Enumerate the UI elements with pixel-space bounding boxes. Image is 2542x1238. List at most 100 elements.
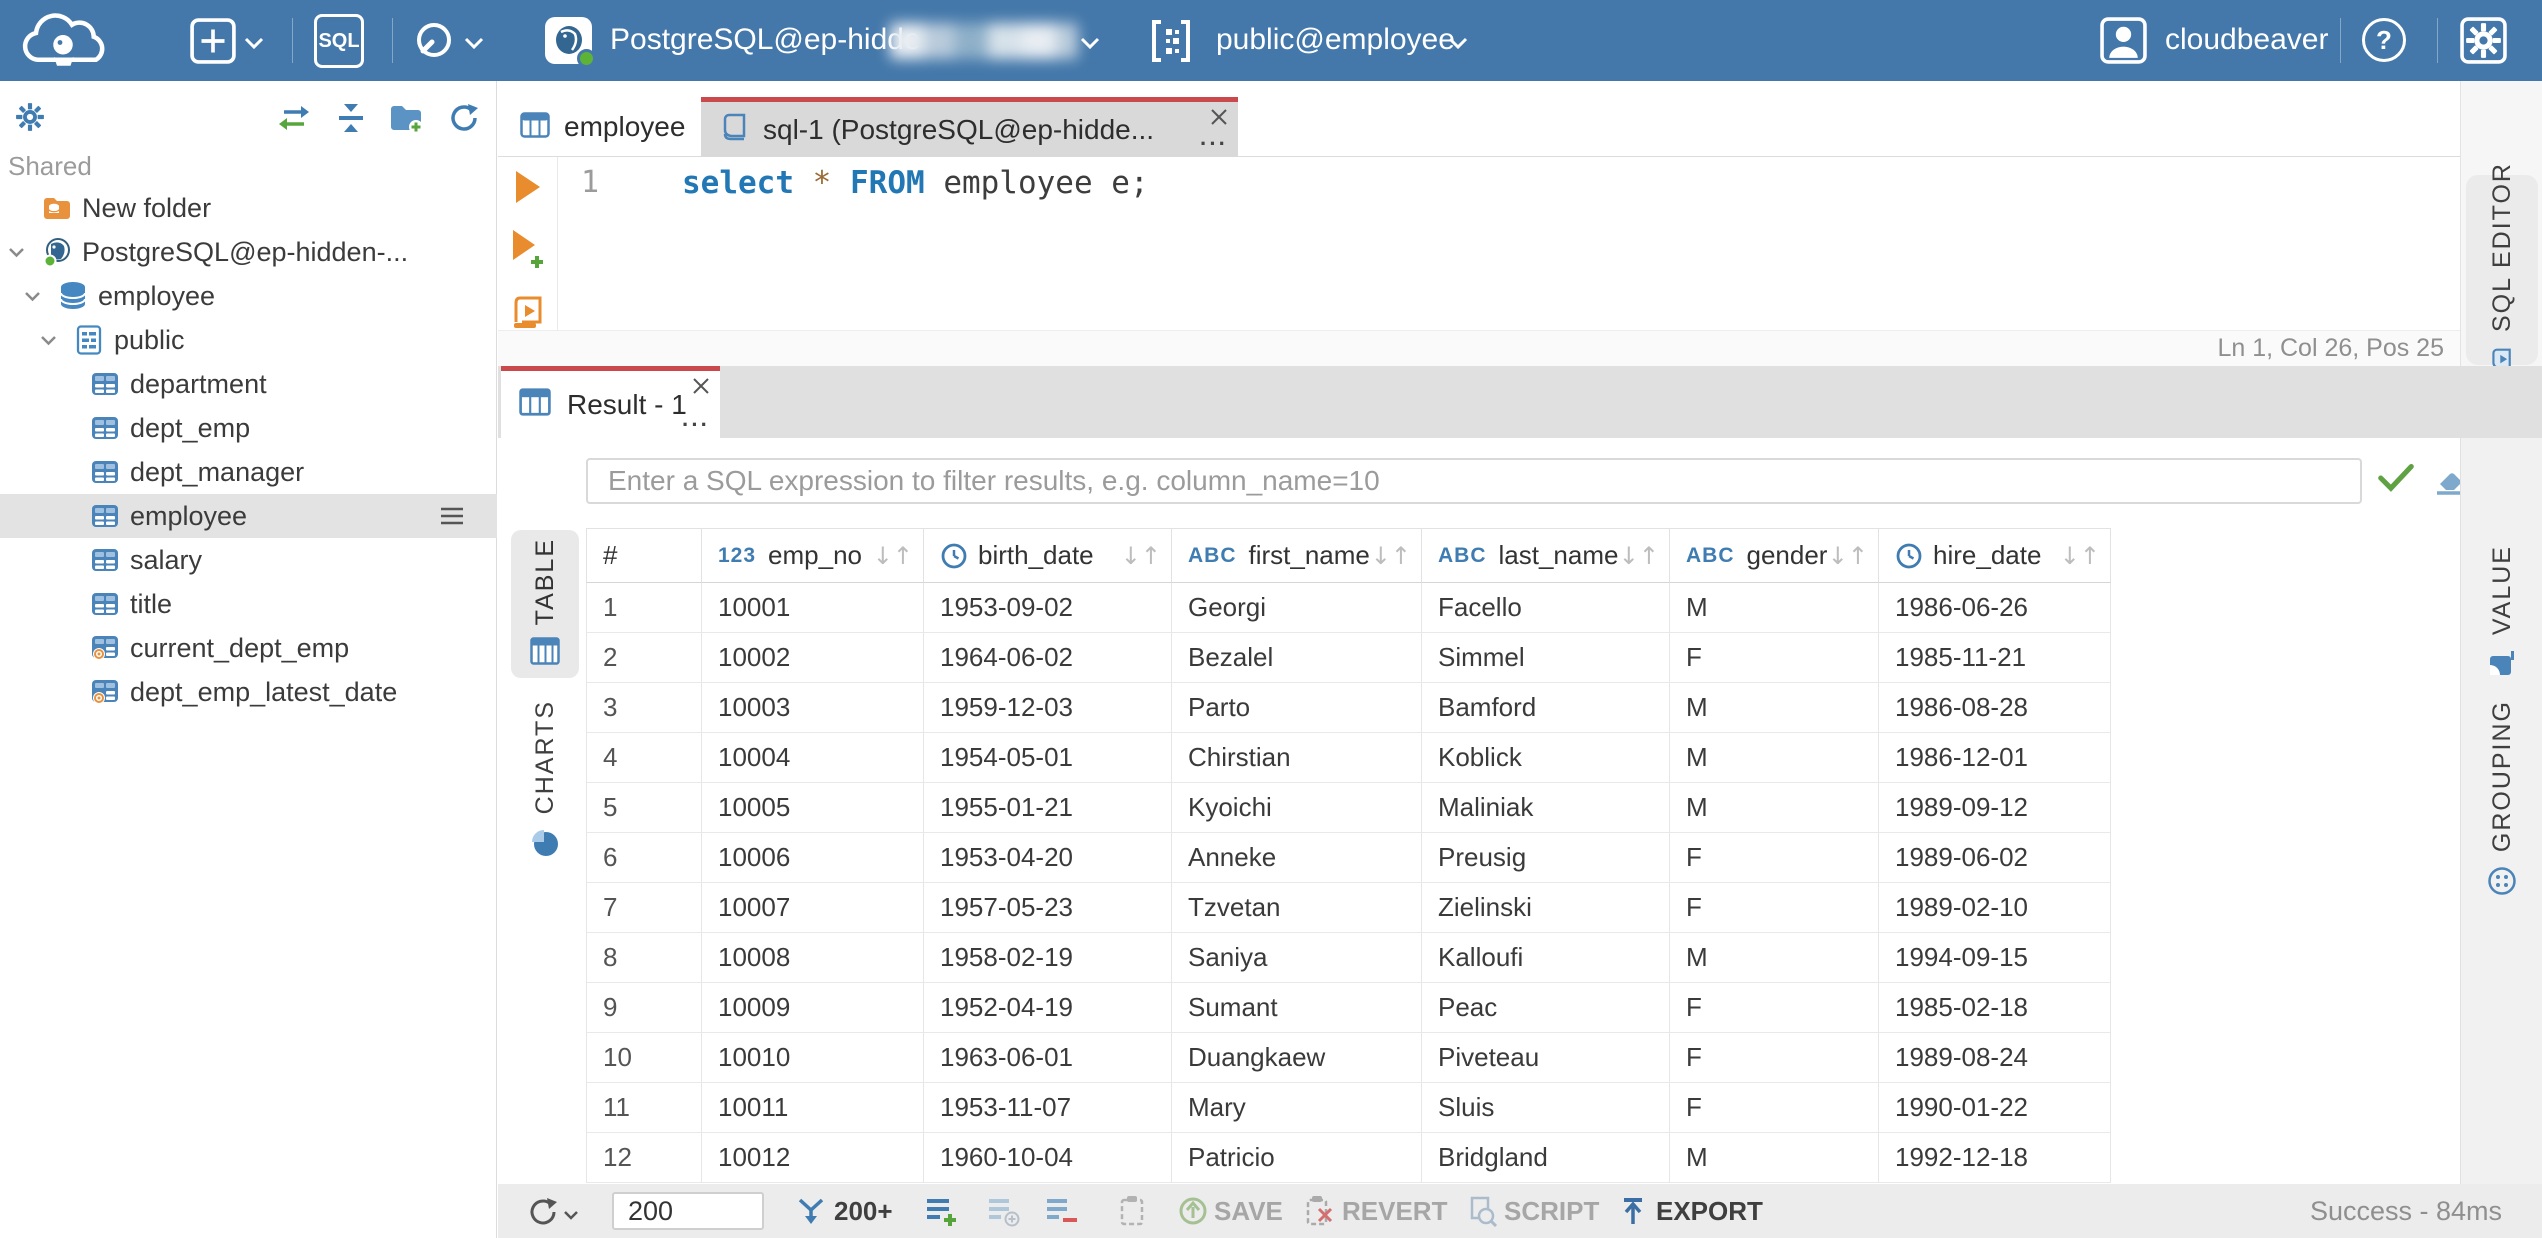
- connection-name[interactable]: PostgreSQL@ep-hidde: [610, 23, 921, 57]
- data-cell[interactable]: M: [1670, 583, 1879, 633]
- data-cell[interactable]: M: [1670, 933, 1879, 983]
- row-number-cell[interactable]: 3: [586, 683, 702, 733]
- new-connection-chevron-icon[interactable]: [244, 36, 264, 54]
- data-cell[interactable]: 1989-06-02: [1879, 833, 2111, 883]
- data-cell[interactable]: M: [1670, 733, 1879, 783]
- data-cell[interactable]: 1955-01-21: [924, 783, 1172, 833]
- result-tab-menu-icon[interactable]: [682, 414, 710, 436]
- data-cell[interactable]: 1959-12-03: [924, 683, 1172, 733]
- username-label[interactable]: cloudbeaver: [2165, 23, 2328, 57]
- data-cell[interactable]: 1954-05-01: [924, 733, 1172, 783]
- tree-item-current-dept-emp[interactable]: current_dept_emp: [0, 626, 497, 670]
- data-cell[interactable]: Preusig: [1422, 833, 1670, 883]
- data-cell[interactable]: Kalloufi: [1422, 933, 1670, 983]
- refresh-tree-icon[interactable]: [448, 102, 480, 139]
- add-row-icon[interactable]: [925, 1197, 959, 1232]
- tree-item-department[interactable]: department: [0, 362, 497, 406]
- close-tab-icon[interactable]: [1210, 108, 1228, 131]
- data-cell[interactable]: F: [1670, 883, 1879, 933]
- data-cell[interactable]: 1989-08-24: [1879, 1033, 2111, 1083]
- fetch-more-label[interactable]: 200+: [834, 1184, 893, 1238]
- data-cell[interactable]: 1986-12-01: [1879, 733, 2111, 783]
- data-cell[interactable]: Bamford: [1422, 683, 1670, 733]
- data-cell[interactable]: Piveteau: [1422, 1033, 1670, 1083]
- row-number-cell[interactable]: 11: [586, 1083, 702, 1133]
- data-cell[interactable]: 10001: [702, 583, 924, 633]
- paste-value-icon[interactable]: [1117, 1195, 1147, 1232]
- data-cell[interactable]: 1964-06-02: [924, 633, 1172, 683]
- data-cell[interactable]: 1957-05-23: [924, 883, 1172, 933]
- tab-menu-icon[interactable]: [1200, 133, 1228, 155]
- data-cell[interactable]: 10011: [702, 1083, 924, 1133]
- data-cell[interactable]: 1989-09-12: [1879, 783, 2111, 833]
- schema-chevron-icon[interactable]: [1448, 36, 1468, 54]
- data-cell[interactable]: Koblick: [1422, 733, 1670, 783]
- data-cell[interactable]: 10002: [702, 633, 924, 683]
- data-cell[interactable]: F: [1670, 1083, 1879, 1133]
- postgresql-connection-icon[interactable]: [545, 17, 596, 68]
- data-cell[interactable]: Georgi: [1172, 583, 1422, 633]
- data-cell[interactable]: 1985-02-18: [1879, 983, 2111, 1033]
- row-number-cell[interactable]: 6: [586, 833, 702, 883]
- driver-search-icon[interactable]: [408, 16, 458, 71]
- data-cell[interactable]: M: [1670, 783, 1879, 833]
- sort-icon[interactable]: ↓↑: [873, 542, 913, 570]
- data-cell[interactable]: 1953-11-07: [924, 1083, 1172, 1133]
- sort-icon[interactable]: ↓↑: [1371, 542, 1411, 570]
- column-header-gender[interactable]: ABC gender ↓↑: [1670, 528, 1879, 583]
- tab-result-1[interactable]: Result - 1: [501, 366, 720, 438]
- tree-item-employee[interactable]: employee: [0, 274, 497, 318]
- refresh-result-icon[interactable]: [527, 1196, 559, 1233]
- help-button[interactable]: ?: [2362, 18, 2406, 62]
- column-header-first_name[interactable]: ABC first_name ↓↑: [1172, 528, 1422, 583]
- column-header-emp_no[interactable]: 123 emp_no ↓↑: [702, 528, 924, 583]
- row-menu-icon[interactable]: [439, 506, 465, 531]
- script-button[interactable]: SCRIPT: [1504, 1184, 1599, 1238]
- driver-chevron-icon[interactable]: [464, 36, 484, 54]
- revert-button[interactable]: REVERT: [1342, 1184, 1447, 1238]
- tab-value-panel[interactable]: VALUE: [2468, 545, 2536, 682]
- tree-settings-gear-icon[interactable]: [14, 101, 46, 138]
- tree-item-new-folder[interactable]: New folder: [0, 186, 497, 230]
- apply-filter-icon[interactable]: [2378, 464, 2414, 497]
- row-number-cell[interactable]: 12: [586, 1133, 702, 1183]
- data-cell[interactable]: F: [1670, 1033, 1879, 1083]
- export-button[interactable]: EXPORT: [1656, 1184, 1763, 1238]
- column-header-last_name[interactable]: ABC last_name ↓↑: [1422, 528, 1670, 583]
- data-cell[interactable]: 1994-09-15: [1879, 933, 2111, 983]
- tab-employee[interactable]: employee: [498, 97, 701, 157]
- data-cell[interactable]: 1953-04-20: [924, 833, 1172, 883]
- fetch-more-icon[interactable]: [796, 1197, 826, 1230]
- data-cell[interactable]: 10006: [702, 833, 924, 883]
- revert-icon[interactable]: [1304, 1195, 1334, 1232]
- column-header-rownum[interactable]: #: [586, 528, 702, 583]
- refresh-options-chevron-icon[interactable]: [564, 1207, 578, 1225]
- schema-icon[interactable]: [1148, 17, 1194, 70]
- result-filter-input[interactable]: [586, 458, 2362, 504]
- sort-icon[interactable]: ↓↑: [1619, 542, 1659, 570]
- data-cell[interactable]: 1958-02-19: [924, 933, 1172, 983]
- data-cell[interactable]: F: [1670, 833, 1879, 883]
- execute-new-tab-button[interactable]: [511, 230, 545, 275]
- data-cell[interactable]: 10005: [702, 783, 924, 833]
- data-cell[interactable]: Sumant: [1172, 983, 1422, 1033]
- user-avatar[interactable]: [2100, 17, 2147, 69]
- data-cell[interactable]: 1992-12-18: [1879, 1133, 2111, 1183]
- data-cell[interactable]: 1963-06-01: [924, 1033, 1172, 1083]
- data-cell[interactable]: Tzvetan: [1172, 883, 1422, 933]
- export-icon[interactable]: [1619, 1196, 1647, 1231]
- data-cell[interactable]: Patricio: [1172, 1133, 1422, 1183]
- chevron-down-icon[interactable]: [40, 335, 74, 346]
- collapse-all-icon[interactable]: [336, 103, 366, 138]
- row-number-cell[interactable]: 10: [586, 1033, 702, 1083]
- data-cell[interactable]: 1989-02-10: [1879, 883, 2111, 933]
- data-cell[interactable]: F: [1670, 633, 1879, 683]
- sort-icon[interactable]: ↓↑: [2060, 542, 2100, 570]
- data-cell[interactable]: Chirstian: [1172, 733, 1422, 783]
- data-cell[interactable]: Peac: [1422, 983, 1670, 1033]
- tree-item-public[interactable]: public: [0, 318, 497, 362]
- save-button[interactable]: SAVE: [1214, 1184, 1283, 1238]
- sql-code[interactable]: select * FROM employee e;: [622, 157, 2460, 330]
- save-icon[interactable]: [1178, 1196, 1208, 1231]
- row-number-cell[interactable]: 2: [586, 633, 702, 683]
